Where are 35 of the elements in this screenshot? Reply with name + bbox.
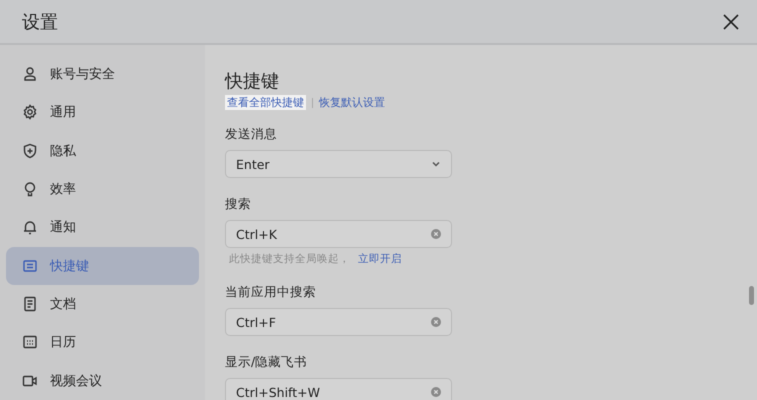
clear-icon[interactable] [431,317,441,327]
clear-icon[interactable] [431,387,441,397]
shortcut-field[interactable]: Ctrl+F [225,308,452,336]
window-title: 设置 [22,10,58,34]
hint-text: 此快捷键支持全局唤起， [229,252,350,266]
sidebar-item[interactable]: 通用 [6,93,199,132]
link[interactable]: 查看全部快捷键 [225,95,306,110]
sidebar-item[interactable]: 隐私 [6,132,199,170]
menu-item-icon [22,104,38,120]
setting-label: 显示/隐藏飞书 [225,354,308,371]
sidebar-item[interactable]: 通知 [6,208,199,247]
sidebar-item[interactable]: 日历 [6,323,199,362]
shortcut-field[interactable]: Ctrl+K [225,220,452,248]
link[interactable]: 恢复默认设置 [319,95,385,110]
menu-item-icon [22,258,38,274]
menu-item-icon [22,219,38,236]
section-heading: 快捷键 [225,70,280,93]
menu-item-icon [22,181,38,198]
setting-label: 当前应用中搜索 [225,284,317,301]
clear-icon[interactable] [431,229,441,239]
menu-item-icon [22,334,38,350]
scrollbar-thumb[interactable] [749,286,754,305]
sidebar-item[interactable]: 效率 [6,170,199,208]
chevron-down-icon [431,159,441,169]
menu-item-icon [22,142,38,159]
setting-label: 发送消息 [225,126,278,143]
dropdown[interactable]: Enter [225,150,452,178]
sidebar-item[interactable]: 账号与安全 [6,55,199,94]
shortcut-field[interactable]: Ctrl+Shift+W [225,378,452,400]
setting-label: 搜索 [225,196,252,213]
link[interactable]: 立即开启 [358,252,402,266]
sidebar-item[interactable]: 文档 [6,284,199,324]
sidebar-item[interactable]: 视频会议 [6,362,199,400]
menu-item-icon [22,296,38,312]
menu-item-icon [22,66,38,82]
